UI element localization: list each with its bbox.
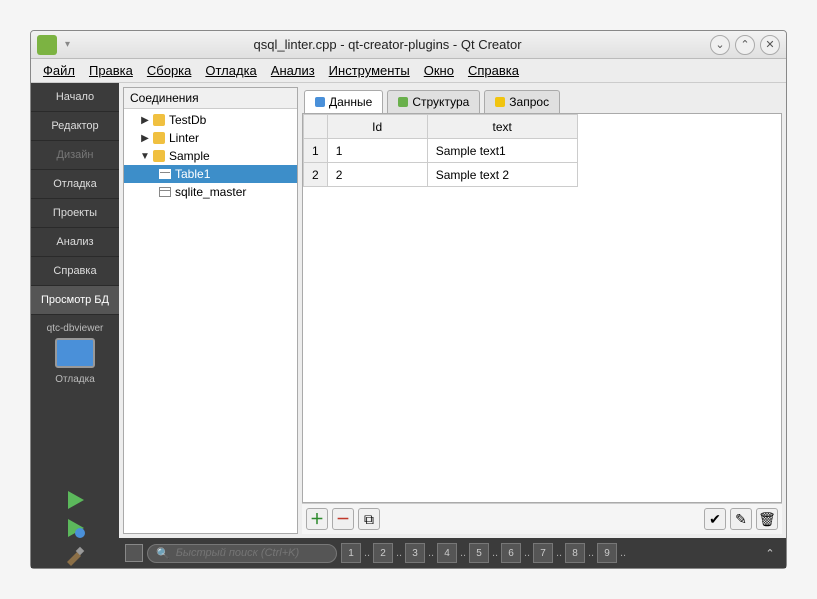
query-icon — [495, 97, 505, 107]
pane-5[interactable]: 5 — [469, 543, 489, 563]
kit-section: qtc-dbviewer Отладка — [31, 321, 119, 385]
mode-help[interactable]: Справка — [31, 257, 119, 286]
kit-label: qtc-dbviewer — [47, 323, 104, 334]
pane-2[interactable]: 2 — [373, 543, 393, 563]
menu-window[interactable]: Окно — [418, 61, 460, 80]
bottom-bar: 🔍 1.. 2.. 3.. 4.. 5.. 6.. 7.. 8.. 9.. ⌃ — [119, 538, 786, 568]
mode-projects[interactable]: Проекты — [31, 199, 119, 228]
tree-label: Table1 — [175, 167, 210, 181]
connections-tree: ▶ TestDb ▶ Linter ▼ Sample — [124, 109, 297, 533]
tree-db-testdb[interactable]: ▶ TestDb — [124, 111, 297, 129]
data-toolbar: ＋ － ⧉ ✔ ✎ 🗑 — [302, 503, 782, 534]
data-table-wrap[interactable]: Id text 1 1 Sample text1 2 2 — [302, 113, 782, 503]
tab-structure[interactable]: Структура — [387, 90, 480, 113]
menu-edit[interactable]: Правка — [83, 61, 139, 80]
pane-1[interactable]: 1 — [341, 543, 361, 563]
revert-button[interactable]: ✎ — [730, 508, 752, 530]
qt-logo-icon — [37, 35, 57, 55]
table-icon — [159, 169, 171, 179]
tree-db-linter[interactable]: ▶ Linter — [124, 129, 297, 147]
column-header-text[interactable]: text — [427, 115, 577, 139]
expand-icon[interactable]: ▶ — [138, 115, 152, 126]
mode-debug[interactable]: Отладка — [31, 170, 119, 199]
menu-analyze[interactable]: Анализ — [265, 61, 321, 80]
pane-9[interactable]: 9 — [597, 543, 617, 563]
cell-text[interactable]: Sample text 2 — [427, 163, 577, 187]
structure-icon — [398, 97, 408, 107]
data-tabs: Данные Структура Запрос — [302, 87, 782, 113]
mode-analyze[interactable]: Анализ — [31, 228, 119, 257]
monitor-icon[interactable] — [55, 338, 95, 368]
mode-welcome[interactable]: Начало — [31, 83, 119, 112]
cell-text[interactable]: Sample text1 — [427, 139, 577, 163]
titlebar: ▾ qsql_linter.cpp - qt-creator-plugins -… — [31, 31, 786, 59]
add-row-button[interactable]: ＋ — [306, 508, 328, 530]
commit-button[interactable]: ✔ — [704, 508, 726, 530]
data-pane: Данные Структура Запрос Id text — [302, 87, 782, 534]
refresh-button[interactable]: 🗑 — [756, 508, 778, 530]
tree-label: Linter — [169, 131, 199, 145]
mode-dbview[interactable]: Просмотр БД — [31, 286, 119, 315]
connections-pane: Соединения ▶ TestDb ▶ Linter — [123, 87, 298, 534]
menu-build[interactable]: Сборка — [141, 61, 198, 80]
expand-output-button[interactable]: ⌃ — [760, 543, 780, 563]
delete-row-button[interactable]: － — [332, 508, 354, 530]
cell-id[interactable]: 2 — [327, 163, 427, 187]
tree-db-sample[interactable]: ▼ Sample — [124, 147, 297, 165]
close-button[interactable]: ✕ — [760, 35, 780, 55]
table-row[interactable]: 2 2 Sample text 2 — [304, 163, 578, 187]
database-icon — [153, 114, 165, 126]
menu-file[interactable]: Файл — [37, 61, 81, 80]
body: Начало Редактор Дизайн Отладка Проекты А… — [31, 83, 786, 568]
table-corner — [304, 115, 328, 139]
mode-editor[interactable]: Редактор — [31, 112, 119, 141]
tree-label: TestDb — [169, 113, 206, 127]
menu-tools[interactable]: Инструменты — [323, 61, 416, 80]
database-icon — [153, 132, 165, 144]
expand-icon[interactable]: ▶ — [138, 133, 152, 144]
table-row[interactable]: 1 1 Sample text1 — [304, 139, 578, 163]
build-button[interactable] — [63, 544, 87, 568]
column-header-id[interactable]: Id — [327, 115, 427, 139]
tab-data[interactable]: Данные — [304, 90, 383, 113]
window-title: qsql_linter.cpp - qt-creator-plugins - Q… — [70, 37, 705, 52]
mode-design: Дизайн — [31, 141, 119, 170]
tree-label: sqlite_master — [175, 185, 246, 199]
tree-table-sqlitemaster[interactable]: sqlite_master — [124, 183, 297, 201]
search-icon: 🔍 — [156, 547, 170, 560]
database-icon — [153, 150, 165, 162]
menu-debug[interactable]: Отладка — [199, 61, 262, 80]
data-table: Id text 1 1 Sample text1 2 2 — [303, 114, 578, 187]
mode-sidebar: Начало Редактор Дизайн Отладка Проекты А… — [31, 83, 119, 568]
toggle-sidebar-button[interactable] — [125, 544, 143, 562]
pane-7[interactable]: 7 — [533, 543, 553, 563]
pane-3[interactable]: 3 — [405, 543, 425, 563]
connections-header: Соединения — [124, 88, 297, 109]
row-number: 2 — [304, 163, 328, 187]
minimize-button[interactable]: ⌄ — [710, 35, 730, 55]
tree-label: Sample — [169, 149, 210, 163]
pane-6[interactable]: 6 — [501, 543, 521, 563]
tree-table-table1[interactable]: Table1 — [124, 165, 297, 183]
main-window: ▾ qsql_linter.cpp - qt-creator-plugins -… — [30, 30, 787, 569]
copy-button[interactable]: ⧉ — [358, 508, 380, 530]
row-number: 1 — [304, 139, 328, 163]
main-area: Соединения ▶ TestDb ▶ Linter — [119, 83, 786, 568]
maximize-button[interactable]: ⌃ — [735, 35, 755, 55]
run-debug-button[interactable] — [63, 516, 87, 540]
kit-debug-label: Отладка — [55, 374, 95, 385]
menu-help[interactable]: Справка — [462, 61, 525, 80]
search-input[interactable] — [176, 547, 328, 559]
menubar: Файл Правка Сборка Отладка Анализ Инстру… — [31, 59, 786, 83]
tab-query[interactable]: Запрос — [484, 90, 560, 113]
quick-search[interactable]: 🔍 — [147, 544, 337, 563]
data-icon — [315, 97, 325, 107]
run-button[interactable] — [63, 488, 87, 512]
pane-4[interactable]: 4 — [437, 543, 457, 563]
pane-8[interactable]: 8 — [565, 543, 585, 563]
collapse-icon[interactable]: ▼ — [138, 151, 152, 162]
output-pane-pager: 1.. 2.. 3.. 4.. 5.. 6.. 7.. 8.. 9.. — [341, 543, 629, 563]
table-icon — [159, 187, 171, 197]
cell-id[interactable]: 1 — [327, 139, 427, 163]
